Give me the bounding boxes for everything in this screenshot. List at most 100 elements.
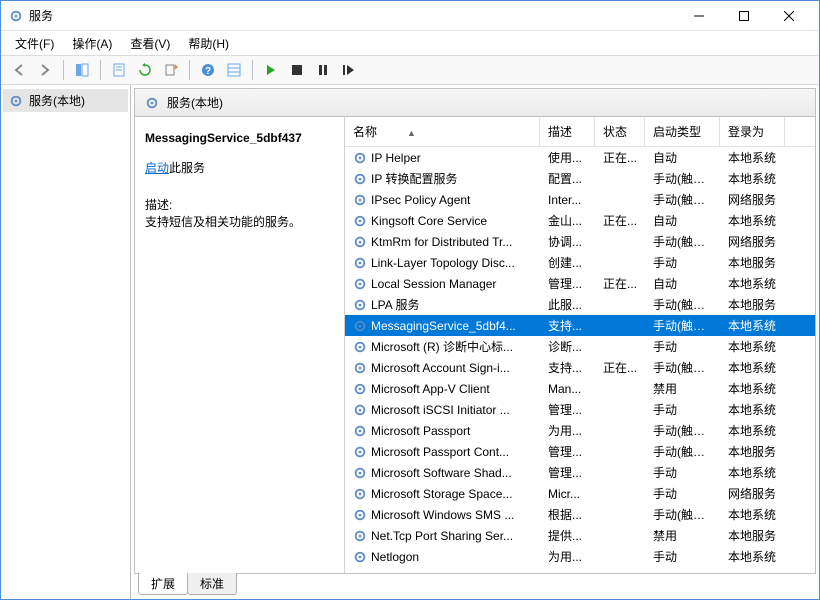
service-name: KtmRm for Distributed Tr... xyxy=(371,235,512,249)
start-service-link[interactable]: 启动 xyxy=(145,161,169,175)
service-state xyxy=(595,177,645,181)
service-desc: 根据... xyxy=(540,504,595,525)
service-row[interactable]: Microsoft App-V ClientMan...禁用本地系统 xyxy=(345,378,815,399)
gear-icon xyxy=(353,382,367,396)
service-row[interactable]: IPsec Policy AgentInter...手动(触发...网络服务 xyxy=(345,189,815,210)
service-row[interactable]: LPA 服务此服...手动(触发...本地服务 xyxy=(345,294,815,315)
service-row[interactable]: Local Session Manager管理...正在...自动本地系统 xyxy=(345,273,815,294)
service-desc: 管理... xyxy=(540,273,595,294)
start-service-button[interactable] xyxy=(259,58,283,82)
sort-asc-icon: ▲ xyxy=(407,128,416,138)
restart-service-button[interactable] xyxy=(337,58,361,82)
tree-root-services[interactable]: 服务(本地) xyxy=(3,89,128,112)
service-logon: 本地服务 xyxy=(720,294,785,315)
close-button[interactable] xyxy=(766,2,811,30)
service-row[interactable]: IP 转换配置服务配置...手动(触发...本地系统 xyxy=(345,168,815,189)
window-title: 服务 xyxy=(29,7,53,24)
help-button[interactable]: ? xyxy=(196,58,220,82)
service-row[interactable]: KtmRm for Distributed Tr...协调...手动(触发...… xyxy=(345,231,815,252)
menu-view[interactable]: 查看(V) xyxy=(122,33,178,54)
service-start: 自动 xyxy=(645,273,720,294)
service-row[interactable]: Netlogon为用...手动本地系统 xyxy=(345,546,815,567)
service-desc: 此服... xyxy=(540,294,595,315)
gear-icon xyxy=(353,319,367,333)
service-row[interactable]: Kingsoft Core Service金山...正在...自动本地系统 xyxy=(345,210,815,231)
col-logon[interactable]: 登录为 xyxy=(720,117,785,146)
service-logon: 网络服务 xyxy=(720,189,785,210)
col-desc[interactable]: 描述 xyxy=(540,117,595,146)
service-row[interactable]: Microsoft Passport Cont...管理...手动(触发...本… xyxy=(345,441,815,462)
export-button[interactable] xyxy=(159,58,183,82)
pause-service-button[interactable] xyxy=(311,58,335,82)
menu-help[interactable]: 帮助(H) xyxy=(180,33,237,54)
service-state xyxy=(595,324,645,328)
service-state: 正在... xyxy=(595,357,645,378)
list-button[interactable] xyxy=(222,58,246,82)
service-start: 手动 xyxy=(645,462,720,483)
service-row[interactable]: Microsoft Passport为用...手动(触发...本地系统 xyxy=(345,420,815,441)
gear-icon xyxy=(353,151,367,165)
service-logon: 本地系统 xyxy=(720,504,785,525)
service-state: 正在... xyxy=(595,147,645,168)
service-start: 手动(触发... xyxy=(645,168,720,189)
service-state: 正在... xyxy=(595,210,645,231)
menu-action[interactable]: 操作(A) xyxy=(64,33,120,54)
service-state xyxy=(595,450,645,454)
service-row[interactable]: Microsoft Windows SMS ...根据...手动(触发...本地… xyxy=(345,504,815,525)
svg-text:?: ? xyxy=(205,66,211,77)
service-name: Netlogon xyxy=(371,550,419,564)
service-name: Microsoft Passport xyxy=(371,424,470,438)
service-row[interactable]: IP Helper使用...正在...自动本地系统 xyxy=(345,147,815,168)
service-row[interactable]: Microsoft Storage Space...Micr...手动网络服务 xyxy=(345,483,815,504)
col-state[interactable]: 状态 xyxy=(595,117,645,146)
service-name: Kingsoft Core Service xyxy=(371,214,487,228)
service-row[interactable]: Microsoft iSCSI Initiator ...管理...手动本地系统 xyxy=(345,399,815,420)
col-name[interactable]: 名称▲ xyxy=(345,117,540,146)
service-row[interactable]: Net.Tcp Port Sharing Ser...提供...禁用本地服务 xyxy=(345,525,815,546)
gear-icon xyxy=(9,94,23,108)
back-button[interactable] xyxy=(7,58,31,82)
service-desc: 支持... xyxy=(540,315,595,336)
service-desc: 管理... xyxy=(540,462,595,483)
service-desc: Man... xyxy=(540,380,595,398)
stop-service-button[interactable] xyxy=(285,58,309,82)
service-desc: 协调... xyxy=(540,231,595,252)
tab-standard[interactable]: 标准 xyxy=(187,573,237,595)
menu-file[interactable]: 文件(F) xyxy=(7,33,62,54)
maximize-button[interactable] xyxy=(721,2,766,30)
service-name: IPsec Policy Agent xyxy=(371,193,470,207)
list-body[interactable]: IP Helper使用...正在...自动本地系统IP 转换配置服务配置...手… xyxy=(345,147,815,573)
service-row[interactable]: Microsoft Software Shad...管理...手动本地系统 xyxy=(345,462,815,483)
forward-button[interactable] xyxy=(33,58,57,82)
service-row[interactable]: Microsoft Account Sign-i...支持...正在...手动(… xyxy=(345,357,815,378)
service-row[interactable]: Link-Layer Topology Disc...创建...手动本地服务 xyxy=(345,252,815,273)
service-logon: 本地系统 xyxy=(720,357,785,378)
service-logon: 本地系统 xyxy=(720,315,785,336)
gear-icon xyxy=(353,214,367,228)
col-start[interactable]: 启动类型 xyxy=(645,117,720,146)
service-logon: 本地系统 xyxy=(720,147,785,168)
service-logon: 本地系统 xyxy=(720,420,785,441)
gear-icon xyxy=(353,466,367,480)
gear-icon xyxy=(353,340,367,354)
refresh-button[interactable] xyxy=(133,58,157,82)
service-state xyxy=(595,534,645,538)
service-start: 禁用 xyxy=(645,525,720,546)
service-row[interactable]: MessagingService_5dbf4...支持...手动(触发...本地… xyxy=(345,315,815,336)
show-hide-tree-button[interactable] xyxy=(70,58,94,82)
service-state xyxy=(595,198,645,202)
service-start: 手动(触发... xyxy=(645,441,720,462)
service-desc: 金山... xyxy=(540,210,595,231)
detail-service-name: MessagingService_5dbf437 xyxy=(145,131,334,145)
minimize-button[interactable] xyxy=(676,2,721,30)
gear-icon xyxy=(353,529,367,543)
service-row[interactable]: Microsoft (R) 诊断中心标...诊断...手动本地系统 xyxy=(345,336,815,357)
properties-button[interactable] xyxy=(107,58,131,82)
service-start: 手动 xyxy=(645,252,720,273)
gear-icon xyxy=(353,193,367,207)
service-start: 手动(触发... xyxy=(645,315,720,336)
service-start: 手动(触发... xyxy=(645,294,720,315)
service-logon: 本地系统 xyxy=(720,378,785,399)
tab-extended[interactable]: 扩展 xyxy=(138,573,188,595)
service-desc: 使用... xyxy=(540,147,595,168)
